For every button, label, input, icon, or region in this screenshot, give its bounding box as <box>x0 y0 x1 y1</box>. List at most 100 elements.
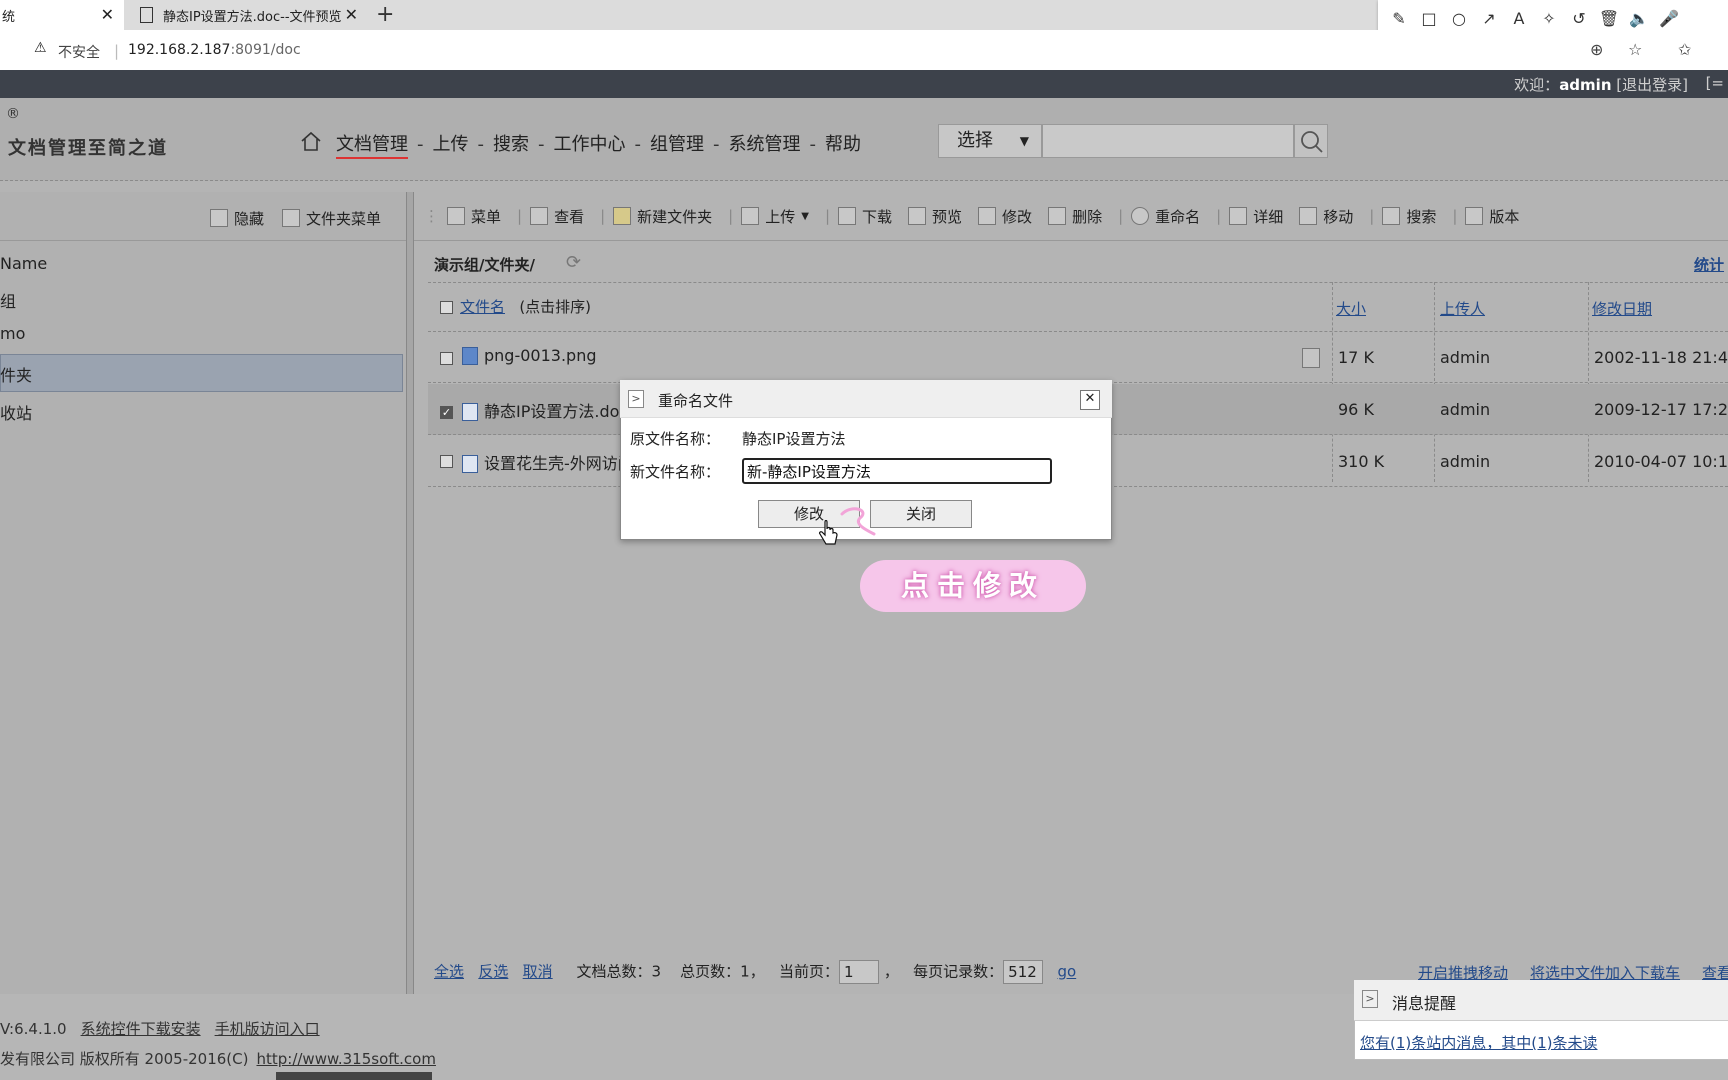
file-name[interactable]: png-0013.png <box>454 346 596 365</box>
mic-icon[interactable]: 🎤 <box>1658 9 1680 28</box>
search-type-select[interactable]: 选择 ▼ <box>938 124 1042 158</box>
pen-icon[interactable]: ✎ <box>1388 9 1410 28</box>
search-button[interactable] <box>1294 124 1328 158</box>
url-field[interactable]: 192.168.2.187:8091/doc <box>128 42 301 58</box>
circle-icon[interactable]: ○ <box>1448 9 1470 28</box>
magic-wand-icon[interactable]: ✧ <box>1538 9 1560 28</box>
per-page-input[interactable]: 512 <box>1003 960 1044 984</box>
view-button[interactable]: 查看 <box>530 206 584 227</box>
menu-button[interactable]: 菜单 <box>447 206 501 227</box>
browser-tab-preview[interactable]: 静态IP设置方法.doc--文件预览 ✕ <box>128 0 368 30</box>
select-all-checkbox[interactable] <box>440 298 453 316</box>
file-size: 310 K <box>1338 452 1385 471</box>
search-file-button[interactable]: 搜索 <box>1382 206 1436 227</box>
tree-item-recycle[interactable]: 收站 <box>0 400 32 424</box>
close-icon[interactable]: ✕ <box>1080 390 1100 410</box>
move-button[interactable]: 移动 <box>1299 206 1353 227</box>
word-file-icon <box>462 403 478 421</box>
column-modified[interactable]: 修改日期 <box>1592 298 1652 319</box>
search-input[interactable] <box>1042 124 1294 158</box>
tree-item-selected[interactable]: 件夹 <box>0 362 32 386</box>
security-label[interactable]: 不安全 <box>58 42 100 62</box>
zoom-icon[interactable]: ⊕ <box>1590 40 1603 59</box>
cancel-selection-link[interactable]: 取消 <box>523 963 553 981</box>
control-download-link[interactable]: 系统控件下载安装 <box>81 1020 201 1038</box>
tree-item-selected-bg <box>0 354 403 392</box>
warning-icon[interactable]: ⚠ <box>34 40 47 56</box>
logout-link[interactable]: [退出登录] <box>1616 76 1688 94</box>
row-checkbox[interactable]: ✓ <box>440 400 453 419</box>
refresh-icon[interactable]: ⟳ <box>566 252 581 273</box>
comma: ， <box>883 962 899 981</box>
delete-button[interactable]: 删除 <box>1048 206 1102 227</box>
stats-link[interactable]: 统计 <box>1694 254 1724 275</box>
column-filename[interactable]: 文件名 (点击排序) <box>460 296 591 317</box>
nav-group-management[interactable]: 组管理 <box>650 134 704 155</box>
file-name[interactable]: 设置花生壳-外网访问 <box>454 450 634 474</box>
row-checkbox[interactable] <box>440 349 453 367</box>
file-toolbar: ⋮ 菜单 | 查看 | 新建文件夹 | 上传 ▼ | 下载 预览 修改 删除 | 重命名 | … <box>414 192 1728 241</box>
select-all-link[interactable]: 全选 <box>434 963 464 981</box>
column-size[interactable]: 大小 <box>1336 298 1366 319</box>
word-file-icon <box>462 455 478 473</box>
tree-item[interactable]: mo <box>0 324 25 343</box>
invert-selection-link[interactable]: 反选 <box>478 963 508 981</box>
rectangle-icon[interactable]: □ <box>1418 9 1440 28</box>
details-button[interactable]: 详细 <box>1229 206 1283 227</box>
nav-search[interactable]: 搜索 <box>493 134 529 155</box>
nav-help[interactable]: 帮助 <box>825 134 861 155</box>
rename-icon <box>1131 207 1150 225</box>
preview-icon[interactable] <box>1302 348 1320 368</box>
move-label: 移动 <box>1323 207 1354 226</box>
go-link[interactable]: go <box>1057 963 1076 981</box>
version-button[interactable]: 版本 <box>1465 206 1519 227</box>
close-button[interactable]: 关闭 <box>870 500 972 528</box>
table-row[interactable] <box>428 332 1728 383</box>
upload-button[interactable]: 上传 ▼ <box>741 206 809 227</box>
edit-button[interactable]: 修改 <box>978 206 1032 227</box>
arrow-icon[interactable]: ↗ <box>1478 9 1500 28</box>
nav-doc-management[interactable]: 文档管理 <box>336 134 408 159</box>
version-icon <box>1465 207 1484 225</box>
search-icon <box>1301 131 1323 153</box>
trash-icon[interactable]: 🗑 <box>1598 9 1620 28</box>
preview-button[interactable]: 预览 <box>908 206 962 227</box>
tree-item[interactable]: 组 <box>0 288 16 312</box>
current-page-input[interactable]: 1 <box>839 960 880 984</box>
new-folder-button[interactable]: 新建文件夹 <box>613 206 712 227</box>
truncated-link[interactable]: [= <box>1706 74 1724 92</box>
new-tab-button[interactable]: + <box>376 2 394 27</box>
copyright: 发有限公司 版权所有 2005-2016(C) <box>0 1050 249 1068</box>
file-uploader: admin <box>1440 348 1491 367</box>
tab-close-icon[interactable]: ✕ <box>345 5 358 24</box>
edit-label: 修改 <box>1002 207 1033 226</box>
mobile-link[interactable]: 手机版访问入口 <box>215 1020 320 1038</box>
favorites-icon[interactable]: ✩ <box>1678 40 1691 59</box>
speaker-icon[interactable]: 🔈 <box>1628 9 1650 28</box>
undo-icon[interactable]: ↺ <box>1568 9 1590 28</box>
column-uploader[interactable]: 上传人 <box>1440 298 1485 319</box>
home-icon[interactable] <box>300 130 322 156</box>
message-link[interactable]: 您有(1)条站内消息，其中(1)条未读 <box>1360 1032 1598 1053</box>
tree-item[interactable]: Name <box>0 254 47 273</box>
rename-button[interactable]: 重命名 <box>1131 206 1200 227</box>
panel-splitter[interactable] <box>406 192 414 994</box>
scrollbar-thumb[interactable] <box>276 1072 432 1080</box>
new-name-input[interactable] <box>742 458 1052 484</box>
nav-upload[interactable]: 上传 <box>433 134 469 155</box>
expand-icon[interactable]: > <box>628 390 644 408</box>
download-button[interactable]: 下载 <box>838 206 892 227</box>
text-icon[interactable]: A <box>1508 9 1530 28</box>
row-checkbox[interactable] <box>440 452 453 470</box>
file-name[interactable]: 静态IP设置方法.doc <box>454 398 628 422</box>
nav-work-center[interactable]: 工作中心 <box>554 134 626 155</box>
folder-menu-button[interactable]: 文件夹菜单 <box>282 208 381 229</box>
site-url-link[interactable]: http://www.315soft.com <box>256 1050 435 1068</box>
filename-header[interactable]: 文件名 <box>460 298 505 316</box>
nav-system-management[interactable]: 系统管理 <box>729 134 801 155</box>
favorite-add-icon[interactable]: ☆ <box>1628 40 1642 59</box>
hide-button[interactable]: 隐藏 <box>210 208 264 229</box>
tab-close-icon[interactable]: ✕ <box>101 5 114 24</box>
browser-tab-active[interactable]: 统 ✕ <box>0 0 124 30</box>
expand-icon[interactable]: > <box>1362 990 1378 1008</box>
